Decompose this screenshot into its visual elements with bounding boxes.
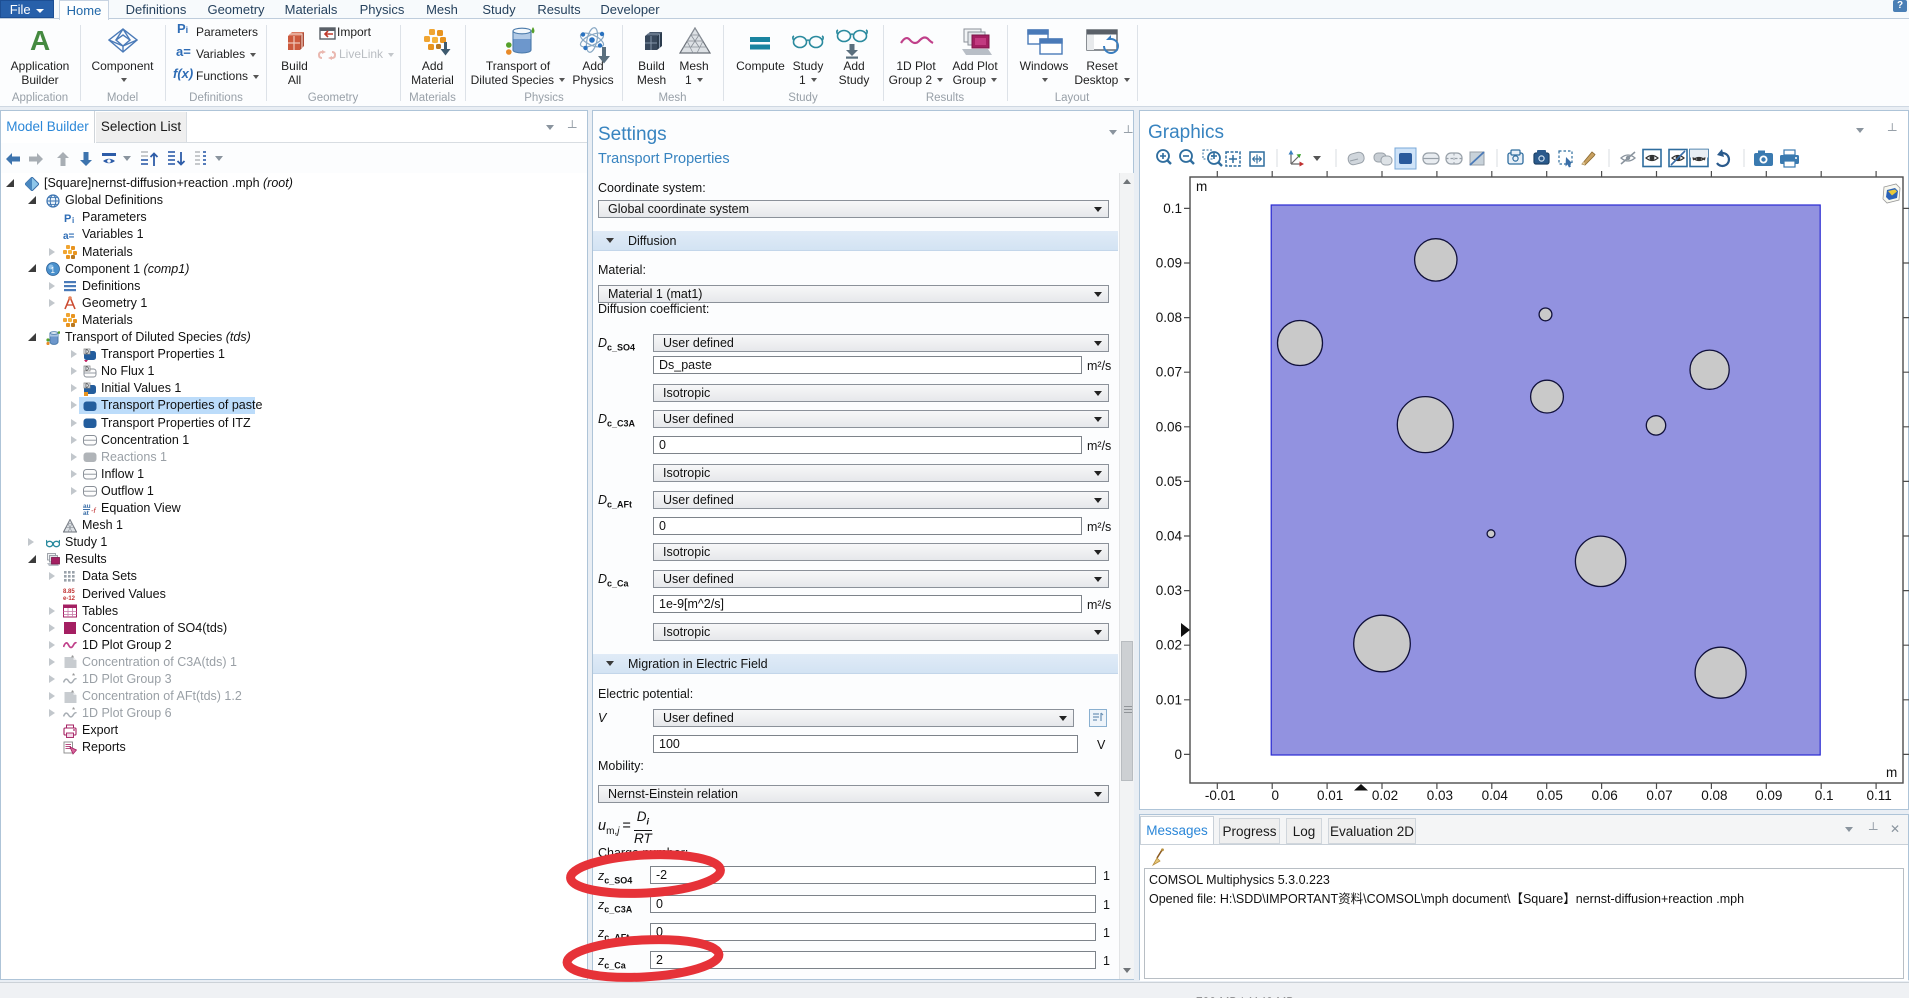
svg-text:0.04: 0.04 [1156, 529, 1183, 544]
svg-text:a=: a= [63, 231, 75, 242]
svg-text:*: * [72, 673, 75, 681]
svg-text:0.1: 0.1 [1815, 788, 1834, 803]
svg-text:1: 1 [51, 266, 56, 275]
svg-text:0.06: 0.06 [1156, 419, 1182, 434]
svg-text:*: * [71, 690, 74, 698]
svg-text:D: D [85, 366, 89, 372]
svg-text:0.03: 0.03 [1427, 788, 1453, 803]
svg-text:0.04: 0.04 [1482, 788, 1509, 803]
svg-text:D: D [85, 349, 89, 355]
svg-text:8.85: 8.85 [63, 589, 75, 595]
svg-text:0.01: 0.01 [1156, 692, 1182, 707]
svg-text:at: at [83, 510, 90, 516]
svg-text:0.07: 0.07 [1646, 788, 1672, 803]
svg-text:0.09: 0.09 [1756, 788, 1782, 803]
svg-text:0.08: 0.08 [1701, 788, 1727, 803]
svg-text:0.05: 0.05 [1537, 788, 1563, 803]
svg-text:-f: -f [91, 506, 96, 515]
svg-text:m: m [1196, 179, 1207, 194]
svg-text:0.03: 0.03 [1156, 583, 1182, 598]
svg-text:*: * [71, 655, 74, 663]
svg-text:0.06: 0.06 [1591, 788, 1617, 803]
svg-text:0.08: 0.08 [1156, 310, 1182, 325]
svg-text:0.11: 0.11 [1866, 788, 1891, 803]
svg-text:0.09: 0.09 [1156, 256, 1182, 271]
svg-text:D: D [85, 383, 89, 389]
svg-text:0.01: 0.01 [1317, 788, 1343, 803]
svg-text:0.05: 0.05 [1156, 474, 1182, 489]
svg-text:0: 0 [1174, 747, 1182, 762]
svg-text:P: P [64, 213, 71, 225]
svg-text:-0.01: -0.01 [1205, 788, 1236, 803]
svg-text:0.02: 0.02 [1372, 788, 1398, 803]
svg-text:*: * [72, 707, 75, 715]
svg-text:0.02: 0.02 [1156, 638, 1182, 653]
svg-text:i: i [72, 216, 74, 225]
svg-text:0: 0 [1271, 788, 1279, 803]
svg-text:e-12: e-12 [63, 596, 76, 601]
svg-text:m: m [1886, 765, 1897, 780]
svg-text:au: au [83, 503, 91, 510]
svg-text:0.1: 0.1 [1163, 201, 1182, 216]
svg-text:0.07: 0.07 [1156, 365, 1182, 380]
